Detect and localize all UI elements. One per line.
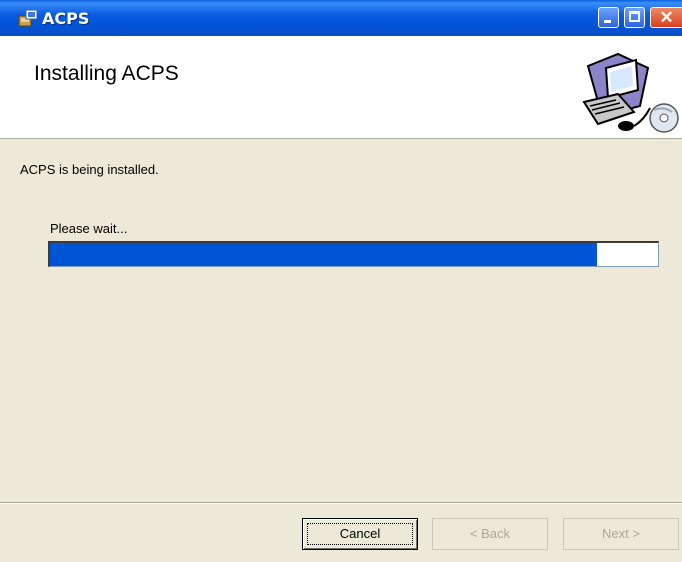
next-button[interactable]: Next >: [563, 518, 679, 550]
install-progress-bar: [48, 241, 659, 267]
maximize-button[interactable]: [624, 7, 645, 28]
back-button[interactable]: < Back: [432, 518, 548, 550]
cancel-button[interactable]: Cancel: [302, 518, 418, 550]
cancel-label: Cancel: [339, 526, 381, 541]
title-bar[interactable]: ACPS ✕: [0, 0, 682, 36]
minimize-icon: [604, 20, 611, 23]
minimize-button[interactable]: [598, 7, 619, 28]
back-label: < Back: [469, 526, 511, 541]
footer-divider: [0, 502, 682, 504]
progress-fill: [50, 243, 598, 266]
page-title: Installing ACPS: [34, 62, 179, 85]
close-icon: ✕: [659, 8, 674, 27]
close-button[interactable]: ✕: [650, 7, 682, 28]
window-title: ACPS: [42, 9, 90, 28]
maximize-icon: [629, 11, 640, 22]
installer-icon: [18, 9, 38, 28]
install-status-text: ACPS is being installed.: [20, 162, 159, 177]
header-banner: Installing ACPS: [0, 36, 682, 139]
next-label: Next >: [602, 526, 640, 541]
installer-window: ACPS ✕ Installing ACPS ACPS is being ins…: [0, 0, 682, 562]
please-wait-label: Please wait...: [50, 221, 128, 236]
computer-cd-graphic: [578, 46, 682, 136]
